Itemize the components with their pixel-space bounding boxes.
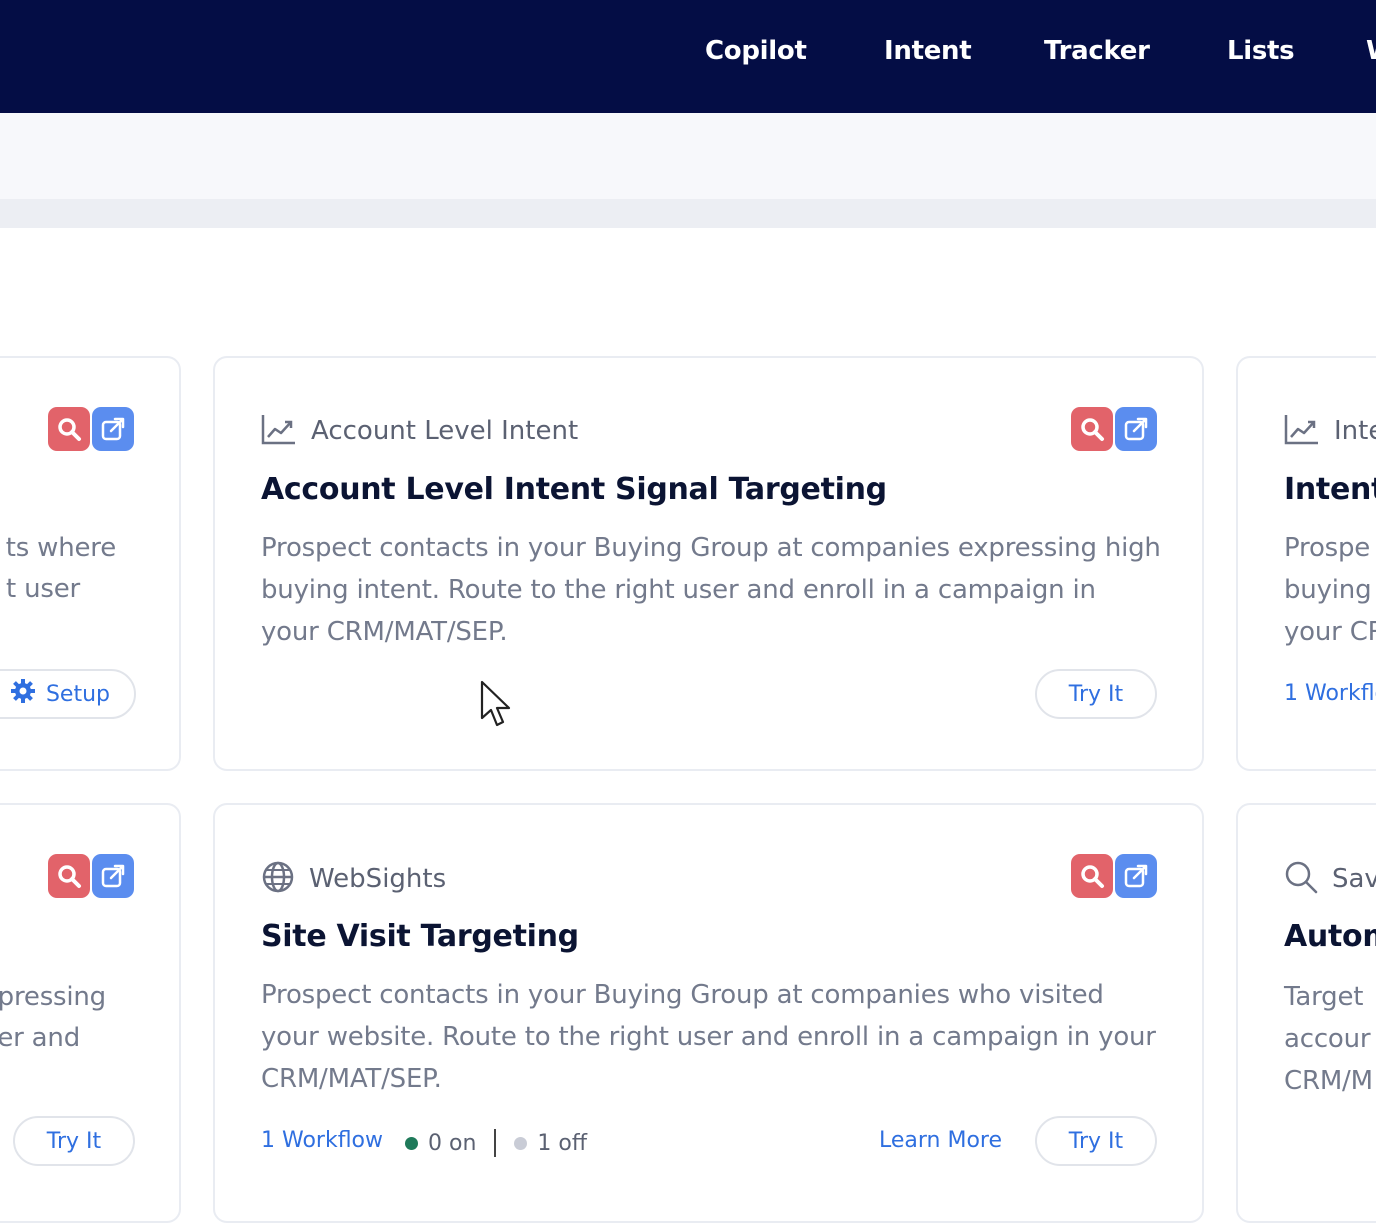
card-title: Account Level Intent Signal Targeting [261, 472, 887, 507]
workflow-count-link[interactable]: 1 Workflo [1284, 681, 1376, 706]
card-title: Site Visit Targeting [261, 919, 579, 954]
card-description-line: Prospe [1284, 533, 1371, 563]
card-description-line: er and [0, 1023, 80, 1053]
toolbar-area [0, 113, 1376, 199]
card-category: Sav [1284, 860, 1376, 898]
magnifier-icon [1284, 860, 1318, 898]
try-it-button[interactable]: Try It [1035, 669, 1157, 719]
card-action-badges [48, 854, 134, 898]
status-off-dot [514, 1136, 528, 1150]
card-description: Prospect contacts in your Buying Group a… [261, 980, 1156, 1094]
card-title: Intent [1284, 472, 1376, 507]
workflow-card-account-level-intent[interactable]: Account Level Intent Account Level Inten… [213, 356, 1204, 771]
search-icon[interactable] [1071, 854, 1113, 898]
workflow-card-site-visit-targeting[interactable]: WebSights Site Visit Targeting Prospect … [213, 803, 1204, 1223]
search-icon[interactable] [48, 854, 90, 898]
workflow-card-left-bottom[interactable]: pressing er and Try It [0, 803, 181, 1223]
export-icon[interactable] [92, 407, 134, 451]
card-action-badges [1071, 854, 1157, 898]
setup-button[interactable]: Setup [0, 669, 136, 719]
try-it-button[interactable]: Try It [13, 1116, 135, 1166]
globe-icon [261, 860, 295, 898]
workflow-count-link[interactable]: 1 Workflow [261, 1128, 383, 1153]
nav-item-tracker[interactable]: Tracker [1044, 36, 1150, 66]
learn-more-link[interactable]: Learn More [879, 1128, 1002, 1153]
card-description-line: accour [1284, 1024, 1371, 1054]
nav-item-copilot[interactable]: Copilot [705, 36, 807, 66]
nav-item-truncated[interactable]: W [1366, 36, 1376, 66]
status-off-count: 1 off [537, 1130, 588, 1156]
try-it-label: Try It [1068, 681, 1124, 707]
setup-button-label: Setup [45, 681, 110, 707]
search-icon[interactable] [1071, 407, 1113, 451]
card-description-line: Target [1284, 982, 1364, 1012]
card-description-line: your CR [1284, 617, 1376, 647]
card-category: WebSights [261, 860, 446, 898]
card-category-label: Sav [1332, 864, 1376, 894]
card-category-label: WebSights [309, 864, 447, 894]
nav-item-lists[interactable]: Lists [1227, 36, 1295, 66]
card-description-line: t user [6, 574, 80, 604]
gear-icon [10, 678, 36, 710]
workflow-status: 0 on 1 off [405, 1129, 587, 1157]
section-divider [0, 199, 1376, 228]
trend-chart-icon [1284, 413, 1320, 449]
export-icon[interactable] [1115, 407, 1157, 451]
trend-chart-icon [261, 413, 297, 449]
card-title: Autom [1284, 919, 1376, 954]
card-action-badges [1071, 407, 1157, 451]
card-description: Prospect contacts in your Buying Group a… [261, 533, 1161, 647]
card-category: Account Level Intent [261, 413, 578, 449]
card-action-badges [48, 407, 134, 451]
search-icon[interactable] [48, 407, 90, 451]
try-it-label: Try It [1068, 1128, 1124, 1154]
card-description-line: CRM/M [1284, 1066, 1373, 1096]
card-category-label: Inte [1334, 416, 1376, 446]
top-navigation-bar: Copilot Intent Tracker Lists W [0, 0, 1376, 113]
card-category-label: Account Level Intent [311, 416, 579, 446]
try-it-button[interactable]: Try It [1035, 1116, 1157, 1166]
workflow-card-right-top[interactable]: Inte Intent Prospe buying your CR 1 Work… [1236, 356, 1376, 771]
status-on-count: 0 on [428, 1130, 477, 1156]
status-separator [494, 1129, 497, 1157]
card-description: Target accour CRM/M [1284, 976, 1376, 1102]
nav-item-intent[interactable]: Intent [884, 36, 972, 66]
export-icon[interactable] [1115, 854, 1157, 898]
card-description: Prospe buying your CR [1284, 527, 1376, 653]
export-icon[interactable] [92, 854, 134, 898]
status-on-dot [405, 1136, 418, 1150]
try-it-label: Try It [46, 1128, 102, 1154]
card-description-line: ts where [5, 533, 116, 563]
workflow-card-left-top: ts where t user Setup [0, 356, 181, 771]
workflow-card-right-bottom[interactable]: Sav Autom Target accour CRM/M [1236, 803, 1376, 1223]
card-category: Inte [1284, 413, 1376, 449]
card-description-line: buying [1284, 575, 1372, 605]
card-description-line: pressing [0, 982, 106, 1012]
mouse-pointer-icon [480, 680, 514, 734]
